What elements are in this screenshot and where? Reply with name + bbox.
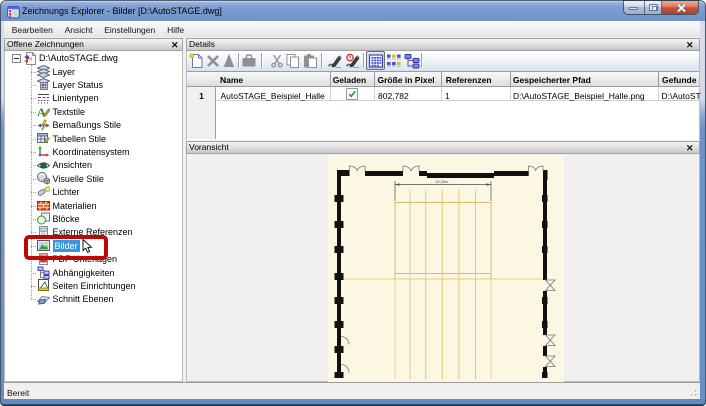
svg-text:13,26m: 13,26m	[435, 179, 449, 184]
